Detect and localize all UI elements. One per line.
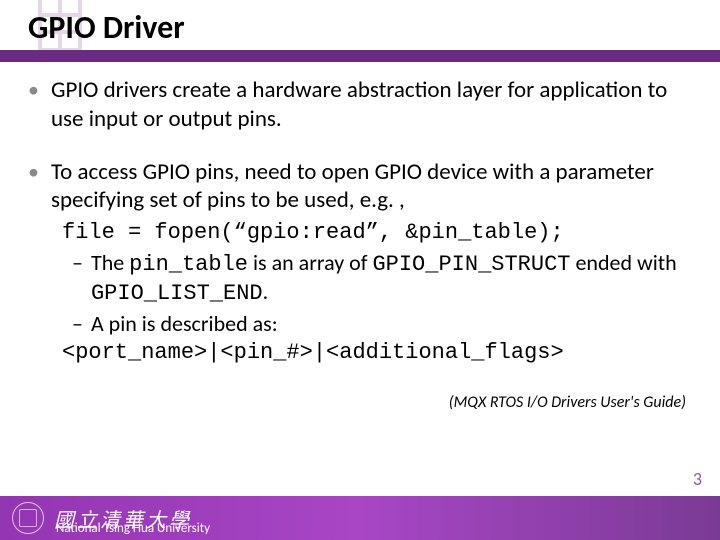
dash-marker: – xyxy=(72,249,83,277)
bullet-text: To access GPIO pins, need to open GPIO d… xyxy=(51,158,692,216)
title-underline xyxy=(0,50,720,62)
sub-bullet: – The pin_table is an array of GPIO_PIN_… xyxy=(72,249,692,308)
sub-bullet: – A pin is described as: xyxy=(72,310,692,338)
bullet-marker: • xyxy=(28,76,39,105)
slide-title: GPIO Driver xyxy=(28,8,185,47)
citation: (MQX RTOS I/O Drivers User's Guide) xyxy=(28,393,692,413)
bullet-text: GPIO drivers create a hardware abstracti… xyxy=(51,76,692,134)
code-line: file = fopen(“gpio:read”, &pin_table); xyxy=(62,219,692,247)
bullet-item: • To access GPIO pins, need to open GPIO… xyxy=(28,158,692,216)
slide-content: • GPIO drivers create a hardware abstrac… xyxy=(28,76,692,413)
page-number: 3 xyxy=(693,468,702,490)
sub-bullet-text: A pin is described as: xyxy=(91,310,692,338)
bullet-marker: • xyxy=(28,158,39,187)
footer-university-en: National Tsing Hua University xyxy=(56,521,210,536)
dash-marker: – xyxy=(72,310,83,338)
footer-bar: 國立清華大學 National Tsing Hua University xyxy=(0,496,720,540)
bullet-item: • GPIO drivers create a hardware abstrac… xyxy=(28,76,692,134)
university-seal-icon xyxy=(12,502,44,534)
sub-block: file = fopen(“gpio:read”, &pin_table); –… xyxy=(62,219,692,367)
sub-bullet-text: The pin_table is an array of GPIO_PIN_ST… xyxy=(91,249,692,308)
code-line: <port_name>|<pin_#>|<additional_flags> xyxy=(62,339,692,367)
